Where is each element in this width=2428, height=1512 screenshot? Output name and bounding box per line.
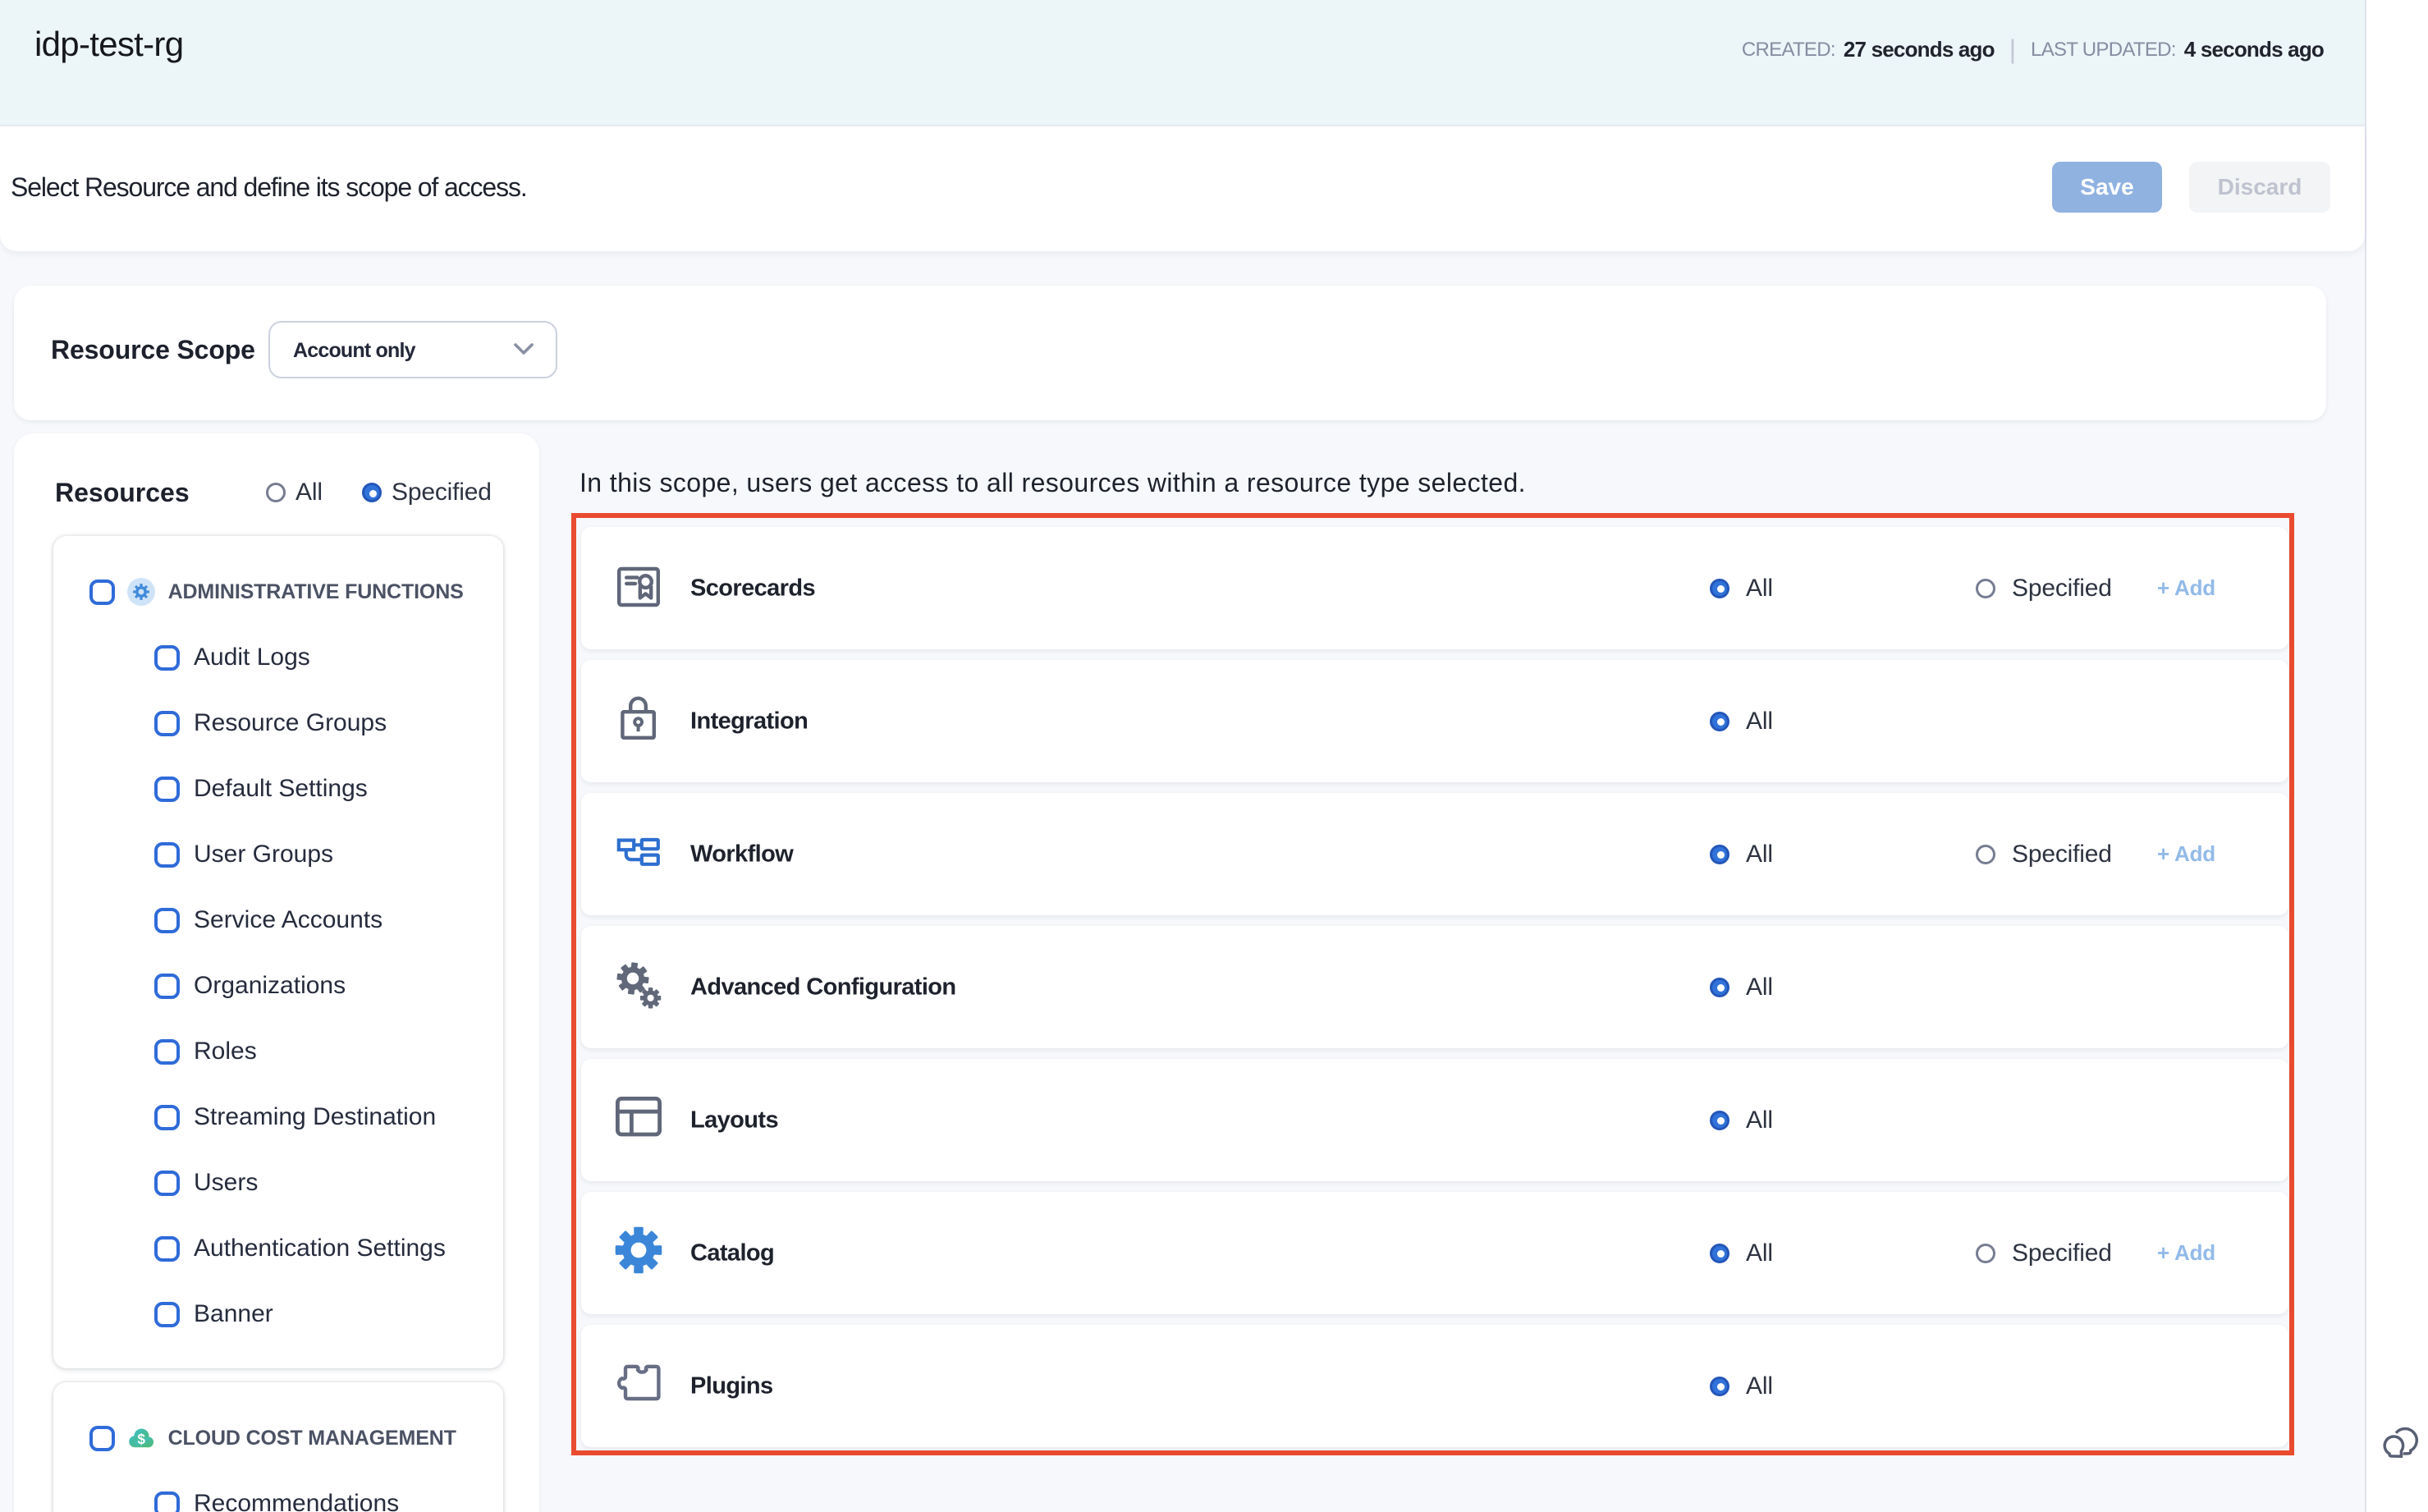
svg-text:$: $ [137,1431,145,1447]
